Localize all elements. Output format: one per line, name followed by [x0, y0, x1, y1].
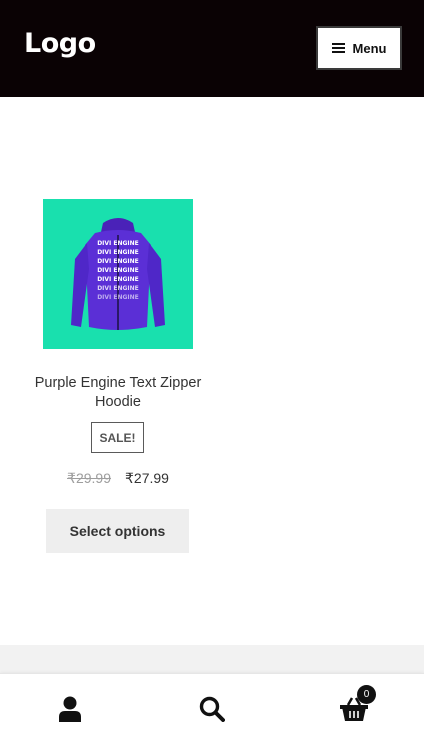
cart-count-badge: 0 [357, 685, 376, 704]
hoodie-print: DIVI ENGINE DIVI ENGINE DIVI ENGINE DIVI… [97, 240, 139, 301]
svg-text:DIVI ENGINE: DIVI ENGINE [97, 276, 139, 283]
svg-text:DIVI ENGINE: DIVI ENGINE [97, 267, 139, 274]
select-options-button[interactable]: Select options [46, 509, 189, 553]
handheld-footer-bar: 0 [0, 673, 424, 742]
svg-text:DIVI ENGINE: DIVI ENGINE [97, 258, 139, 265]
sale-price: ₹27.99 [125, 470, 169, 486]
original-price: ₹29.99 [67, 470, 111, 486]
search-icon [199, 696, 225, 722]
menu-button-label: Menu [352, 40, 387, 56]
hamburger-icon [331, 43, 345, 53]
my-account-link[interactable] [55, 694, 85, 724]
search-link[interactable] [197, 694, 227, 724]
svg-text:DIVI ENGINE: DIVI ENGINE [97, 249, 139, 256]
svg-text:DIVI ENGINE: DIVI ENGINE [97, 294, 139, 301]
product-image[interactable]: DIVI ENGINE DIVI ENGINE DIVI ENGINE DIVI… [43, 199, 193, 349]
site-logo[interactable]: Logo [24, 28, 96, 59]
menu-button[interactable]: Menu [316, 26, 402, 70]
svg-text:DIVI ENGINE: DIVI ENGINE [97, 285, 139, 292]
sale-badge: SALE! [91, 422, 144, 453]
site-header: Logo Menu [0, 0, 424, 97]
product-title[interactable]: Purple Engine Text Zipper Hoodie [23, 374, 213, 412]
product-card: DIVI ENGINE DIVI ENGINE DIVI ENGINE DIVI… [35, 199, 201, 553]
product-price: ₹29.99 ₹27.99 [33, 470, 203, 487]
cart-link[interactable]: 0 [339, 685, 376, 724]
svg-text:DIVI ENGINE: DIVI ENGINE [97, 240, 139, 247]
user-icon [59, 696, 81, 722]
